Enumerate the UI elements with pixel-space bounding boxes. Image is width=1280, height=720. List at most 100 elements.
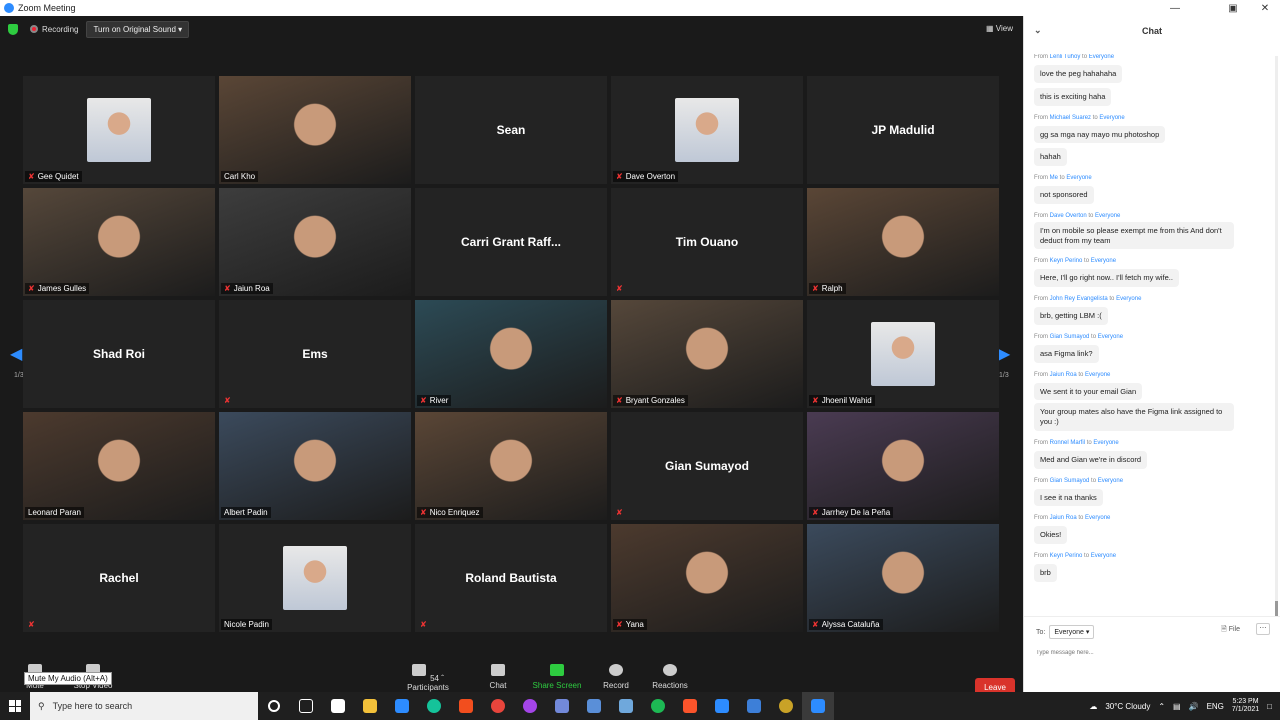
muted-mic-icon: ✘: [28, 620, 35, 629]
participant-name-label: ✘ Jhoenil Wahid: [809, 395, 875, 406]
participant-name: Yana: [625, 620, 644, 629]
mail-icon[interactable]: [706, 692, 738, 720]
vscode-icon[interactable]: [386, 692, 418, 720]
participant-tile[interactable]: Carl Kho: [219, 76, 411, 184]
participants-button[interactable]: 54 ˆ Participants: [393, 664, 463, 692]
file-button[interactable]: 🗎 File: [1221, 625, 1240, 636]
discord-icon[interactable]: [546, 692, 578, 720]
participant-tile[interactable]: ✘ Bryant Gonzales: [611, 300, 803, 408]
view-button[interactable]: ▦ View: [986, 24, 1013, 33]
reactions-button[interactable]: Reactions: [635, 664, 705, 690]
scrollbar-thumb[interactable]: [1275, 601, 1278, 616]
participant-name: James Gulles: [37, 284, 87, 293]
zoom-logo-icon: [4, 3, 14, 13]
security-shield-icon[interactable]: [8, 23, 18, 35]
participant-display-name: Roland Bautista: [465, 571, 557, 585]
chrome-icon[interactable]: [482, 692, 514, 720]
cortana-icon[interactable]: [258, 692, 290, 720]
participant-tile[interactable]: Carri Grant Raff...: [415, 188, 607, 296]
participant-tile[interactable]: JP Madulid: [807, 76, 999, 184]
chat-message-text: Okies!: [1034, 526, 1068, 544]
taskbar-search[interactable]: ⚲ Type here to search: [30, 692, 258, 720]
photos-icon[interactable]: [770, 692, 802, 720]
participant-video: [219, 188, 411, 296]
close-icon[interactable]: ✕: [1250, 0, 1280, 16]
task-view-icon[interactable]: [290, 692, 322, 720]
participant-tile[interactable]: ✘ James Gulles: [23, 188, 215, 296]
chat-message-list[interactable]: From Lenli Tuhoy to Everyone love the peg…: [1034, 54, 1269, 614]
participant-name-label: Nicole Padin: [221, 619, 272, 630]
chat-message: From Gian Sumayod to Everyone I see it na…: [1034, 478, 1269, 510]
participant-tile[interactable]: Shad Roi: [23, 300, 215, 408]
notes-icon[interactable]: [610, 692, 642, 720]
participant-name-label: ✘ Alyssa Cataluña: [809, 619, 883, 630]
brave-icon[interactable]: [674, 692, 706, 720]
recipient-select[interactable]: Everyone ▾: [1049, 625, 1095, 639]
notion-icon[interactable]: [322, 692, 354, 720]
chat-message: From Gian Sumayod to Everyone asa Figma l…: [1034, 334, 1269, 366]
participant-tile[interactable]: ✘ Nico Enriquez: [415, 412, 607, 520]
participant-name-label: ✘: [613, 507, 626, 518]
cloud-icon: ☁: [1089, 701, 1098, 711]
calendar-icon[interactable]: [738, 692, 770, 720]
weather-text[interactable]: 30°C Cloudy: [1105, 702, 1150, 711]
original-sound-button[interactable]: Turn on Original Sound ▾: [86, 20, 190, 38]
minimize-icon[interactable]: —: [1160, 0, 1190, 16]
participant-name-label: ✘ Ralph: [809, 283, 846, 294]
figma-icon[interactable]: [450, 692, 482, 720]
prev-page-arrow-icon[interactable]: ◀: [10, 344, 22, 364]
participant-tile[interactable]: ✘ River: [415, 300, 607, 408]
participant-tile[interactable]: ✘ Gee Quidet: [23, 76, 215, 184]
participant-name-label: ✘ Bryant Gonzales: [613, 395, 688, 406]
chat-message-sender: From Jaiun Roa to Everyone: [1034, 515, 1111, 522]
search-placeholder: Type here to search: [52, 701, 133, 711]
notification-icon[interactable]: □: [1267, 702, 1272, 711]
participant-tile[interactable]: ✘ Jaiun Roa: [219, 188, 411, 296]
messenger-icon[interactable]: [514, 692, 546, 720]
muted-mic-icon: ✘: [420, 396, 427, 405]
participant-video: [807, 412, 999, 520]
spotify-icon[interactable]: [642, 692, 674, 720]
participant-tile[interactable]: Rachel ✘: [23, 524, 215, 632]
start-button[interactable]: [0, 692, 30, 720]
participant-tile[interactable]: Leonard Paran: [23, 412, 215, 520]
chevron-down-icon[interactable]: ⌄: [1034, 25, 1042, 36]
participant-tile[interactable]: ✘ Alyssa Cataluña: [807, 524, 999, 632]
participant-video: [415, 412, 607, 520]
meeting-topbar: Recording Turn on Original Sound ▾ ▦ Vie…: [0, 16, 1023, 42]
participant-tile[interactable]: Tim Ouano ✘: [611, 188, 803, 296]
grammarly-icon[interactable]: [418, 692, 450, 720]
language-indicator[interactable]: ENG: [1207, 702, 1224, 711]
participant-tile[interactable]: ✘ Jarrhey De la Peña: [807, 412, 999, 520]
participant-tile[interactable]: Albert Padin: [219, 412, 411, 520]
participant-tile[interactable]: Sean: [415, 76, 607, 184]
muted-mic-icon: ✘: [224, 284, 231, 293]
maximize-icon[interactable]: ▣: [1218, 0, 1248, 16]
participant-tile[interactable]: ✘ Yana: [611, 524, 803, 632]
participant-tile[interactable]: Ems ✘: [219, 300, 411, 408]
participant-tile[interactable]: Roland Bautista ✘: [415, 524, 607, 632]
chat-message-input[interactable]: [1036, 643, 1266, 663]
original-sound-label: Turn on Original Sound: [93, 24, 176, 34]
volume-icon[interactable]: 🔊: [1189, 702, 1199, 711]
participant-tile[interactable]: Gian Sumayod ✘: [611, 412, 803, 520]
participants-chevron-icon[interactable]: ˆ: [441, 674, 444, 683]
chat-scrollbar[interactable]: [1275, 56, 1278, 616]
participant-tile[interactable]: ✘ Dave Overton: [611, 76, 803, 184]
participant-name-label: Carl Kho: [221, 171, 259, 182]
app-icon[interactable]: [578, 692, 610, 720]
participant-name-label: ✘: [613, 283, 626, 294]
participant-name: Leonard Paran: [28, 508, 81, 517]
chevron-up-icon[interactable]: ⌃: [1158, 702, 1165, 711]
clock[interactable]: 5:23 PM 7/1/2021: [1232, 698, 1259, 715]
muted-mic-icon: ✘: [28, 284, 35, 293]
participant-tile[interactable]: ✘ Jhoenil Wahid: [807, 300, 999, 408]
participant-tile[interactable]: ✘ Ralph: [807, 188, 999, 296]
next-page-arrow-icon[interactable]: ▶: [998, 344, 1010, 364]
network-icon[interactable]: ▤: [1173, 702, 1181, 711]
zoom-taskbar-icon[interactable]: [802, 692, 834, 720]
file-explorer-icon[interactable]: [354, 692, 386, 720]
smiley-icon: [663, 664, 677, 676]
participant-tile[interactable]: Nicole Padin: [219, 524, 411, 632]
more-options-icon[interactable]: ⋯: [1256, 623, 1270, 635]
